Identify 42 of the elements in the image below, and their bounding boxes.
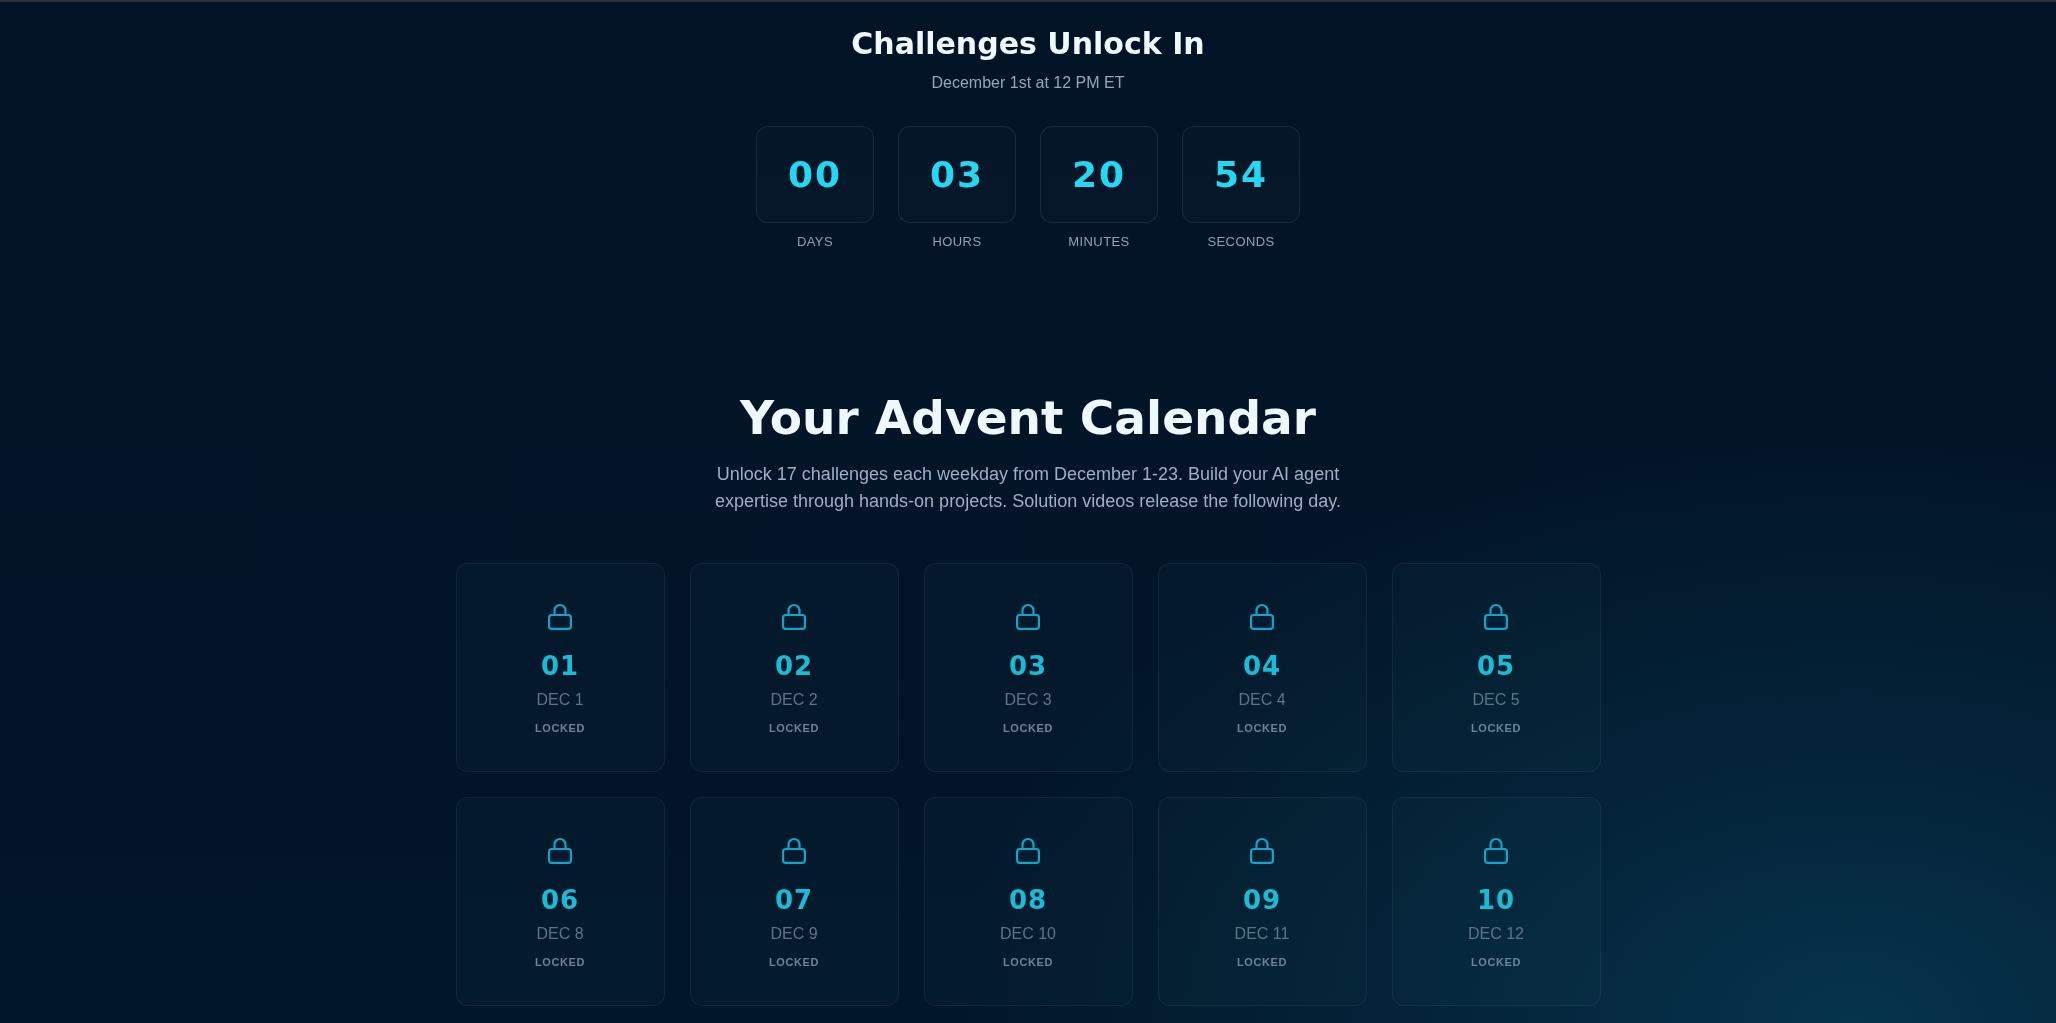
calendar-description: Unlock 17 challenges each weekday from December 1-23. Build your AI agent expertise through hands-on projects. Solution videos release the following day.	[713, 463, 1342, 513]
day-date: DEC 1	[536, 690, 584, 710]
countdown-value: 20	[1071, 152, 1127, 197]
day-number: 10	[1476, 884, 1516, 916]
day-status: LOCKED	[1470, 721, 1521, 735]
countdown-label: SECONDS	[1207, 233, 1275, 251]
countdown-title: Challenges Unlock In	[851, 25, 1205, 63]
countdown-value: 54	[1213, 152, 1269, 197]
day-date: DEC 11	[1234, 924, 1290, 944]
day-status: LOCKED	[1236, 955, 1287, 969]
day-status: LOCKED	[1236, 721, 1287, 735]
day-date: DEC 3	[1004, 690, 1052, 710]
day-status: LOCKED	[768, 721, 819, 735]
day-date: DEC 2	[770, 690, 818, 710]
day-status: LOCKED	[1002, 721, 1053, 735]
day-date: DEC 8	[536, 924, 584, 944]
countdown-value: 00	[787, 152, 843, 197]
day-number: 09	[1242, 884, 1282, 916]
day-number: 08	[1008, 884, 1048, 916]
countdown-label: DAYS	[796, 233, 833, 251]
day-date: DEC 4	[1238, 690, 1286, 710]
calendar-title: Your Advent Calendar	[740, 389, 1316, 447]
countdown-label: HOURS	[932, 233, 982, 251]
day-number: 04	[1242, 650, 1282, 682]
day-number: 01	[540, 650, 580, 682]
day-status: LOCKED	[1002, 955, 1053, 969]
day-status: LOCKED	[768, 955, 819, 969]
day-number: 05	[1476, 650, 1516, 682]
day-date: DEC 10	[1000, 924, 1056, 944]
day-status: LOCKED	[534, 721, 585, 735]
day-date: DEC 12	[1468, 924, 1524, 944]
day-number: 03	[1008, 650, 1048, 682]
day-date: DEC 9	[770, 924, 818, 944]
day-date: DEC 5	[1472, 690, 1520, 710]
day-number: 02	[774, 650, 814, 682]
countdown-subtitle: December 1st at 12 PM ET	[931, 73, 1125, 93]
day-number: 07	[774, 884, 814, 916]
day-status: LOCKED	[534, 955, 585, 969]
day-number: 06	[540, 884, 580, 916]
countdown-value: 03	[929, 152, 985, 197]
day-status: LOCKED	[1470, 955, 1521, 969]
countdown-label: MINUTES	[1068, 233, 1130, 251]
